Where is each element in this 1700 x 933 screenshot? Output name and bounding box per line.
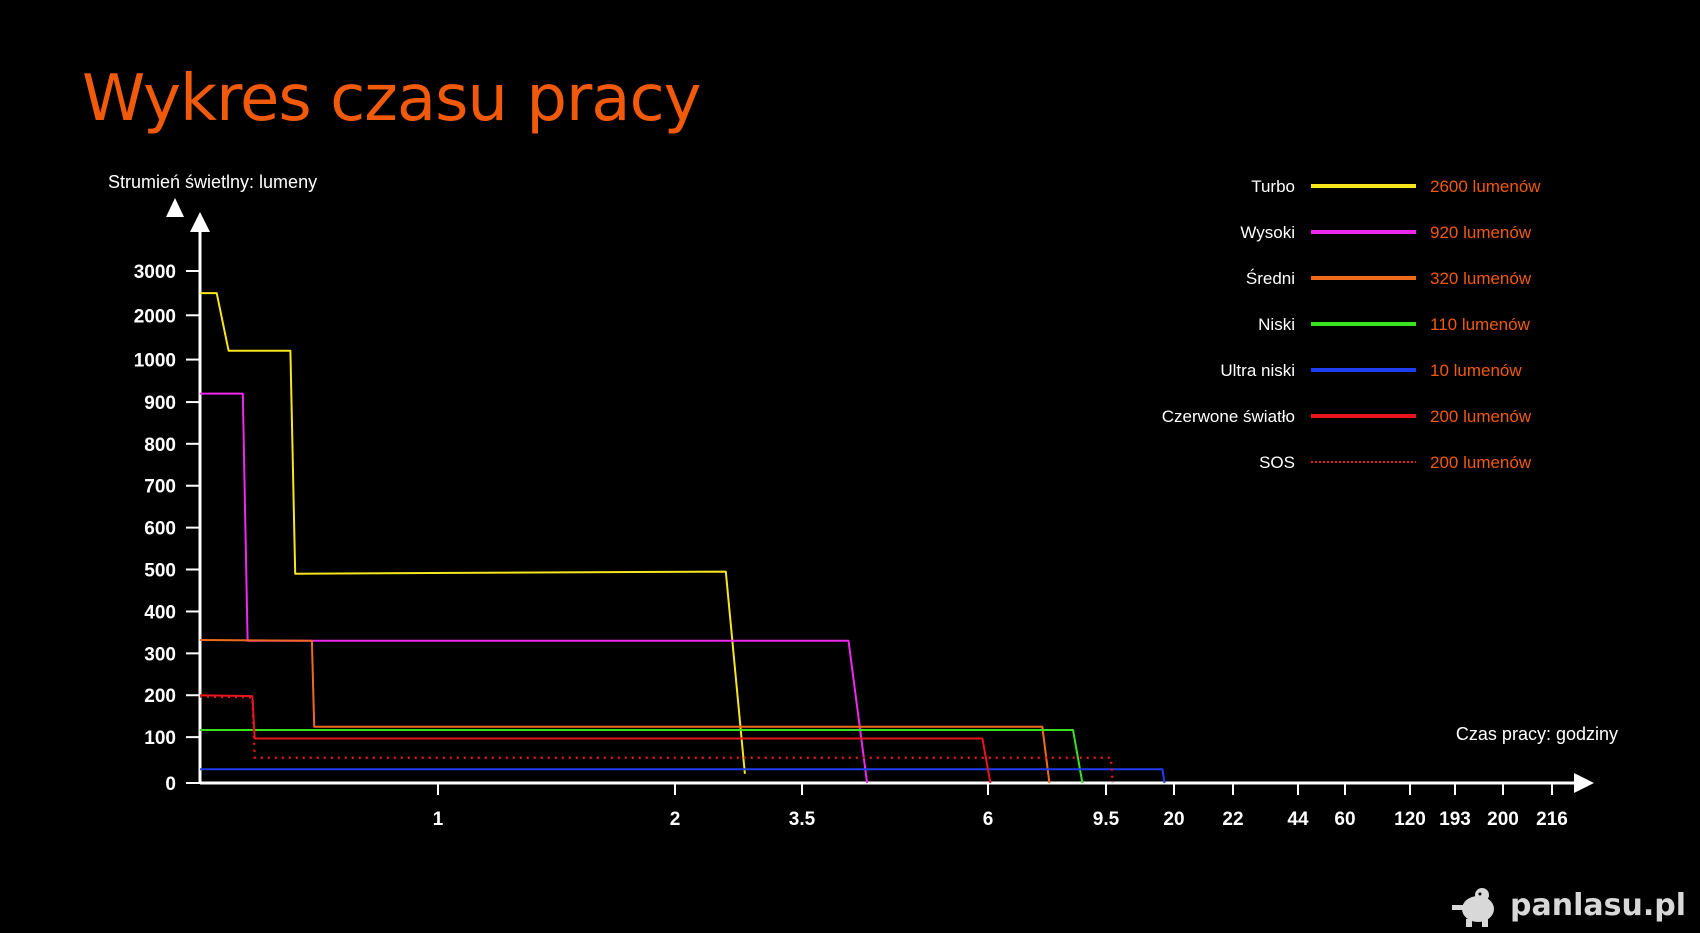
y-tick-label: 2000 [134, 306, 176, 327]
legend-label: Średni [1246, 269, 1295, 288]
legend-value: 2600 lumenów [1430, 177, 1541, 196]
x-tick-label: 120 [1394, 809, 1426, 830]
x-tick-label: 200 [1487, 809, 1519, 830]
x-tick-label: 22 [1222, 809, 1243, 830]
x-tick-label: 44 [1287, 809, 1309, 830]
x-tick-label: 1 [433, 809, 444, 830]
y-tick-label: 100 [144, 728, 176, 749]
y-axis-title-arrow-icon [166, 198, 184, 217]
x-tick-label: 6 [983, 809, 994, 830]
y-tick-label: 700 [144, 477, 176, 498]
legend-label: Ultra niski [1220, 361, 1295, 380]
y-tick-label: 800 [144, 435, 176, 456]
x-axis-title: Czas pracy: godziny [1456, 724, 1618, 744]
legend-value: 200 lumenów [1430, 453, 1532, 472]
legend-value: 200 lumenów [1430, 407, 1532, 426]
legend-label: SOS [1259, 453, 1295, 472]
x-tick-label: 216 [1536, 809, 1568, 830]
legend-label: Czerwone światło [1162, 407, 1295, 426]
legend-value: 920 lumenów [1430, 223, 1532, 242]
legend-label: Turbo [1251, 177, 1295, 196]
chart: Strumień świetlny: lumeny Czas pracy: go… [108, 172, 1618, 830]
y-tick-label: 500 [144, 560, 176, 581]
watermark: panlasu.pl [1448, 883, 1686, 927]
y-tick-label: 300 [144, 644, 176, 665]
x-tick-label: 60 [1334, 809, 1355, 830]
series-line [199, 639, 1051, 784]
watermark-text: panlasu.pl [1510, 887, 1686, 923]
y-axis-arrow-icon [190, 212, 210, 232]
x-axis-arrow-icon [1574, 773, 1594, 793]
x-tick-label: 193 [1439, 809, 1471, 830]
y-tick-label: 0 [165, 774, 176, 795]
y-tick-label: 3000 [134, 262, 176, 283]
series-line [200, 392, 869, 784]
y-tick-label: 600 [144, 519, 176, 540]
legend-value: 320 lumenów [1430, 269, 1532, 288]
mascot-logo-icon [1452, 888, 1495, 927]
y-tick-label: 200 [144, 686, 176, 707]
y-tick-label: 1000 [134, 351, 176, 372]
x-tick-label: 3.5 [789, 809, 816, 830]
y-tick-label: 900 [144, 393, 176, 414]
y-axis-title: Strumień świetlny: lumeny [108, 172, 317, 192]
legend-label: Wysoki [1240, 223, 1295, 242]
y-tick-label: 400 [144, 602, 176, 623]
x-tick-label: 9.5 [1093, 809, 1120, 830]
legend-value: 110 lumenów [1430, 315, 1531, 334]
legend-label: Niski [1258, 315, 1295, 334]
series-line [200, 768, 1166, 784]
series-line [200, 292, 746, 774]
x-tick-label: 2 [670, 809, 681, 830]
legend-value: 10 lumenów [1430, 361, 1522, 380]
x-tick-label: 20 [1163, 809, 1184, 830]
